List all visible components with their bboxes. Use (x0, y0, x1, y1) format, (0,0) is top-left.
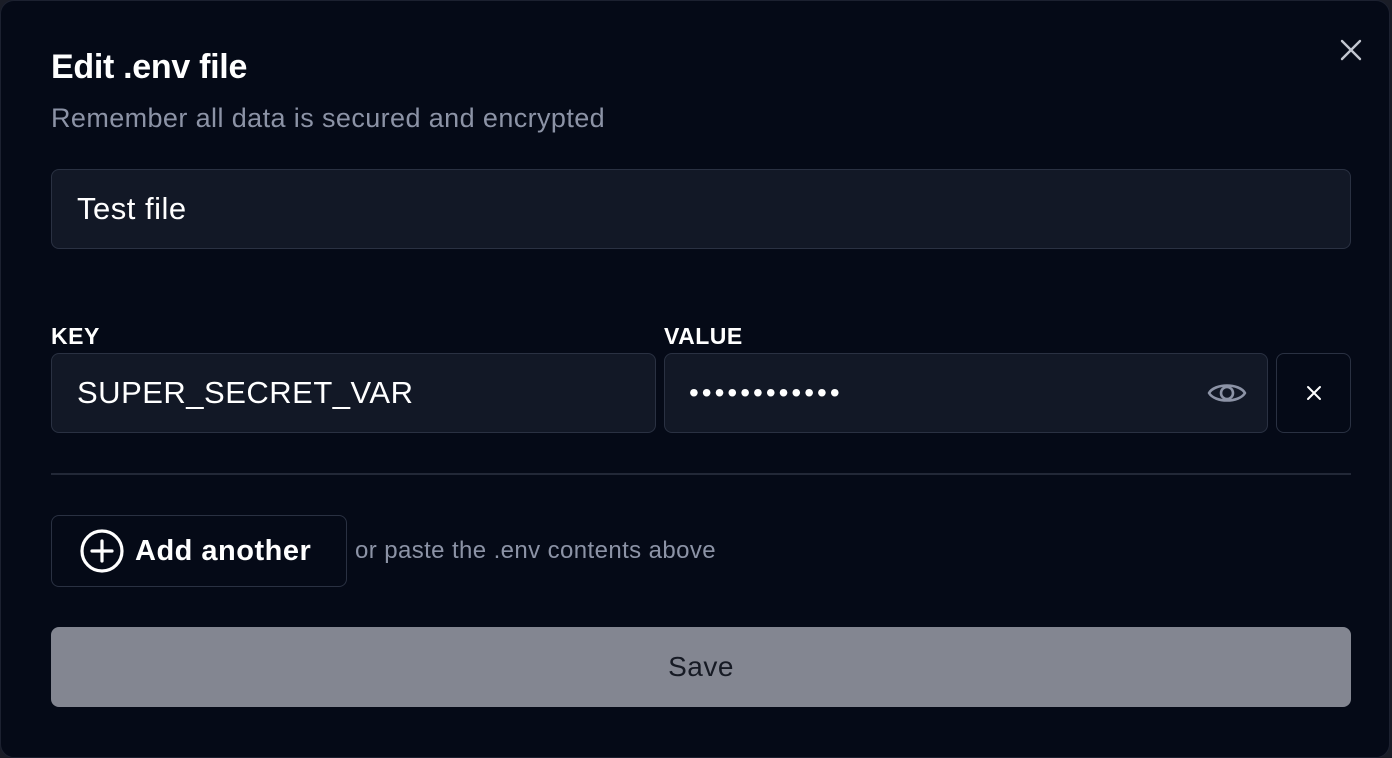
remove-variable-button[interactable] (1276, 353, 1351, 433)
close-icon (1306, 386, 1321, 400)
env-value-input[interactable] (665, 354, 1195, 431)
env-value-field (664, 353, 1268, 433)
value-column-label: VALUE (664, 323, 743, 349)
dialog-subtitle: Remember all data is secured and encrypt… (51, 103, 606, 133)
dialog-title: Edit .env file (51, 48, 248, 86)
edit-env-dialog: Edit .env file Remember all data is secu… (0, 0, 1390, 758)
key-column-label: KEY (51, 323, 100, 349)
eye-icon (1207, 384, 1247, 402)
close-dialog-button[interactable] (1334, 33, 1368, 67)
save-button[interactable]: Save (51, 627, 1351, 707)
plus-circle-icon (80, 529, 124, 573)
close-icon (1340, 39, 1362, 61)
add-another-button[interactable]: Add another (51, 515, 347, 587)
env-key-input[interactable] (51, 353, 656, 433)
add-another-label: Add another (135, 534, 312, 567)
divider (51, 473, 1351, 475)
paste-hint: or paste the .env contents above (355, 537, 717, 564)
toggle-visibility-button[interactable] (1205, 374, 1249, 412)
file-name-input[interactable] (51, 169, 1351, 249)
